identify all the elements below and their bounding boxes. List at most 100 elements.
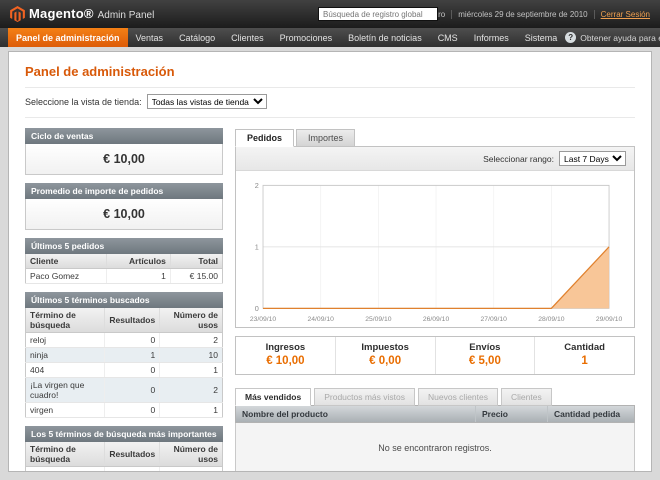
cell: 1 <box>160 403 223 418</box>
cell: ninja <box>26 348 105 363</box>
tab-nuevos-clientes[interactable]: Nuevos clientes <box>418 388 498 406</box>
store-view-select[interactable]: Todas las vistas de tienda <box>147 94 267 109</box>
svg-text:2: 2 <box>255 181 259 190</box>
average-orders-panel: Promedio de importe de pedidos € 10,00 <box>25 183 223 230</box>
nav-item-ventas[interactable]: Ventas <box>128 28 172 47</box>
table-row[interactable]: ¡La virgen que cuadro!02 <box>26 378 223 403</box>
nav-menu: Panel de administraciónVentasCatálogoCli… <box>8 28 565 47</box>
magento-logo: Magento® Admin Panel <box>10 6 154 22</box>
last-search-terms-panel: Últimos 5 términos buscados Término de b… <box>25 292 223 418</box>
column-header: Cantidad pedida <box>548 406 634 422</box>
nav-item-catalogo[interactable]: Catálogo <box>171 28 223 47</box>
chart-area: 01223/09/1024/09/1025/09/1026/09/1027/09… <box>236 171 634 327</box>
svg-text:0: 0 <box>255 304 259 313</box>
cell: reloj <box>26 333 105 348</box>
last-orders-table: ClienteArtículosTotalPaco Gomez1€ 15.00 <box>25 254 223 284</box>
cell: 404 <box>26 363 105 378</box>
total-label: Ingresos <box>236 342 335 353</box>
tab-importes[interactable]: Importes <box>296 129 355 147</box>
average-orders-value: € 10,00 <box>25 199 223 230</box>
range-select[interactable]: Last 7 Days <box>559 151 626 166</box>
app-header: Magento® Admin Panel Accedió como aparo … <box>0 0 660 28</box>
panel-title: Últimos 5 términos buscados <box>25 292 223 308</box>
cell: 10 <box>160 467 223 473</box>
svg-text:29/09/10: 29/09/10 <box>596 316 623 323</box>
nav-item-sistema[interactable]: Sistema <box>517 28 566 47</box>
panel-title: Los 5 términos de búsqueda más important… <box>25 426 223 442</box>
total-impuestos: Impuestos€ 0,00 <box>335 337 435 374</box>
lifetime-sales-value: € 10,00 <box>25 144 223 175</box>
table-row[interactable]: ninja110 <box>26 467 223 473</box>
column-header: Número de usos <box>160 308 223 333</box>
orders-tabs: PedidosImportes <box>235 129 635 147</box>
total-ingresos: Ingresos€ 10,00 <box>236 337 335 374</box>
nav-item-panel-de-administracion[interactable]: Panel de administración <box>8 28 128 47</box>
dashboard: Ciclo de ventas € 10,00 Promedio de impo… <box>25 128 635 472</box>
column-header: Término de búsqueda <box>26 308 105 333</box>
orders-panel: Seleccionar rango: Last 7 Days 01223/09/… <box>235 146 635 328</box>
panel-title: Últimos 5 pedidos <box>25 238 223 254</box>
nav-item-promociones[interactable]: Promociones <box>272 28 341 47</box>
column-header: Total <box>170 254 222 269</box>
bottom-tabs: Más vendidosProductos más vistosNuevos c… <box>235 388 635 406</box>
tab-pedidos[interactable]: Pedidos <box>235 129 294 147</box>
top-search-terms-panel: Los 5 términos de búsqueda más important… <box>25 426 223 472</box>
svg-text:25/09/10: 25/09/10 <box>365 316 392 323</box>
svg-text:28/09/10: 28/09/10 <box>538 316 565 323</box>
table-row[interactable]: Paco Gomez1€ 15.00 <box>26 269 223 284</box>
last-search-terms-table: Término de búsquedaResultadosNúmero de u… <box>25 308 223 418</box>
cell: 10 <box>160 348 223 363</box>
cell: ¡La virgen que cuadro! <box>26 378 105 403</box>
table-row[interactable]: 40401 <box>26 363 223 378</box>
nav-item-cms[interactable]: CMS <box>430 28 466 47</box>
totals-bar: Ingresos€ 10,00Impuestos€ 0,00Envíos€ 5,… <box>235 336 635 375</box>
logo-text: Magento® <box>29 6 94 21</box>
dashboard-left-column: Ciclo de ventas € 10,00 Promedio de impo… <box>25 128 223 472</box>
panel-title: Ciclo de ventas <box>25 128 223 144</box>
total-label: Envíos <box>436 342 535 353</box>
help-link[interactable]: ? Obtener ayuda para esta página <box>565 28 660 47</box>
svg-text:26/09/10: 26/09/10 <box>423 316 450 323</box>
tab-productos-mas-vistos[interactable]: Productos más vistos <box>314 388 415 406</box>
magento-logo-icon <box>10 6 25 22</box>
cell: 2 <box>160 333 223 348</box>
table-row[interactable]: ninja110 <box>26 348 223 363</box>
products-grid-empty: No se encontraron registros. <box>235 423 635 472</box>
cell: 1 <box>107 269 171 284</box>
lifetime-sales-panel: Ciclo de ventas € 10,00 <box>25 128 223 175</box>
table-row[interactable]: reloj02 <box>26 333 223 348</box>
tab-mas-vendidos[interactable]: Más vendidos <box>235 388 311 406</box>
nav-item-informes[interactable]: Informes <box>466 28 517 47</box>
column-header: Término de búsqueda <box>26 442 105 467</box>
table-header-row: Término de búsquedaResultadosNúmero de u… <box>26 442 223 467</box>
column-header: Artículos <box>107 254 171 269</box>
cell: ninja <box>26 467 105 473</box>
column-header: Precio <box>476 406 548 422</box>
content-area: Panel de administración Seleccione la vi… <box>8 51 652 472</box>
table-header-row: Término de búsquedaResultadosNúmero de u… <box>26 308 223 333</box>
table-row[interactable]: virgen01 <box>26 403 223 418</box>
current-date-text: miércoles 29 de septiembre de 2010 <box>451 10 587 19</box>
total-value: 1 <box>535 355 634 367</box>
column-header: Resultados <box>105 308 160 333</box>
dashboard-right-column: PedidosImportes Seleccionar rango: Last … <box>235 128 635 472</box>
top-search-terms-table: Término de búsquedaResultadosNúmero de u… <box>25 442 223 472</box>
global-search-input[interactable] <box>318 7 438 21</box>
orders-chart: 01223/09/1024/09/1025/09/1026/09/1027/09… <box>244 177 626 325</box>
magento-admin-page: Magento® Admin Panel Accedió como aparo … <box>0 0 660 472</box>
table-header-row: ClienteArtículosTotal <box>26 254 223 269</box>
svg-text:27/09/10: 27/09/10 <box>481 316 508 323</box>
nav-item-clientes[interactable]: Clientes <box>223 28 272 47</box>
main-nav: Panel de administraciónVentasCatálogoCli… <box>0 28 660 47</box>
cell: 1 <box>105 467 160 473</box>
help-label: Obtener ayuda para esta página <box>580 33 660 43</box>
range-bar: Seleccionar rango: Last 7 Days <box>236 147 634 171</box>
nav-item-boletin-de-noticias[interactable]: Boletín de noticias <box>340 28 430 47</box>
cell: 1 <box>105 348 160 363</box>
cell: 2 <box>160 378 223 403</box>
store-view-label: Seleccione la vista de tienda: <box>25 97 142 107</box>
tab-clientes[interactable]: Clientes <box>501 388 552 406</box>
svg-text:1: 1 <box>255 242 259 251</box>
store-view-switcher: Seleccione la vista de tienda: Todas las… <box>25 87 635 118</box>
logout-link[interactable]: Cerrar Sesión <box>594 10 650 19</box>
